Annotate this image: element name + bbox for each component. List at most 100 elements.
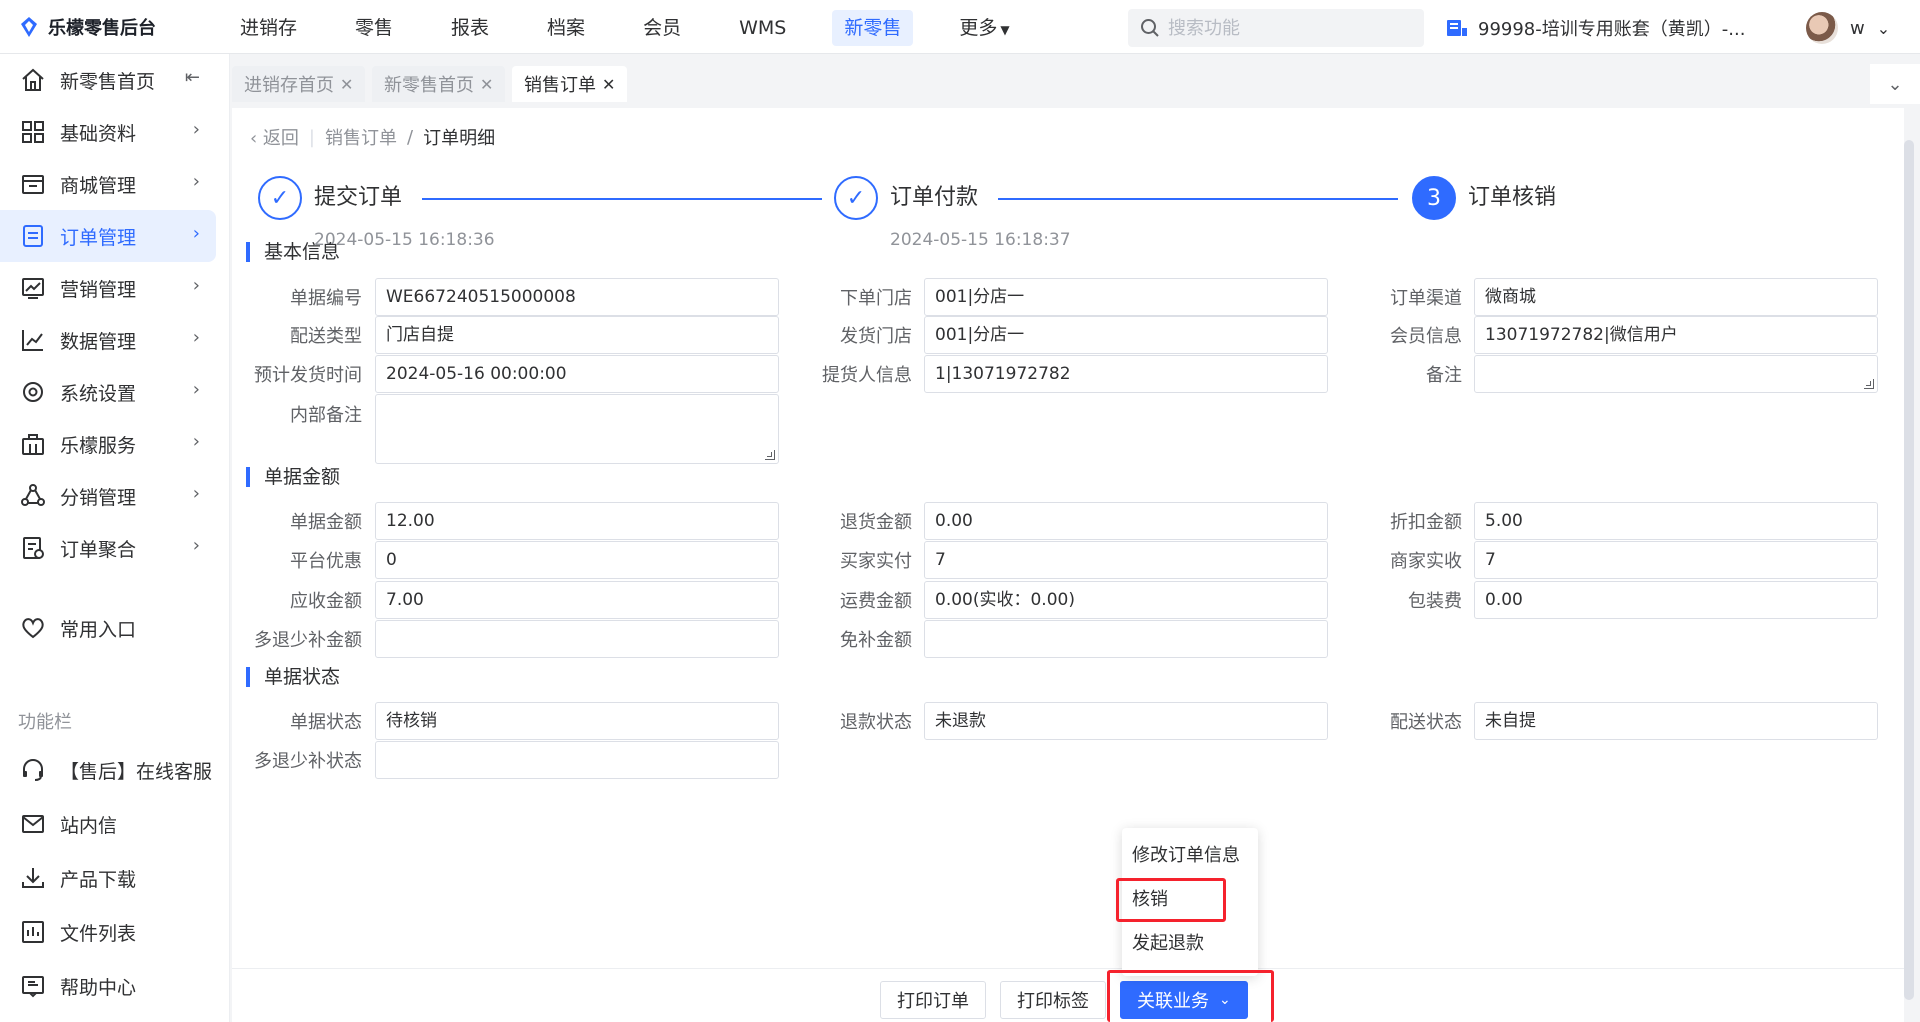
sidebar-item-label: 产品下载 <box>60 868 137 891</box>
sidebar-item-distribution[interactable]: 分销管理 › <box>0 470 216 522</box>
sidebar-item-marketing[interactable]: 营销管理 › <box>0 262 216 314</box>
merchant-received-field[interactable]: 7 <box>1474 541 1878 579</box>
topnav-retail[interactable]: 零售 <box>343 10 405 46</box>
freight-field[interactable]: 0.00(实收：0.00) <box>924 581 1328 619</box>
top-bar: 乐檬零售后台 进销存 零售 报表 档案 会员 WMS 新零售 更多▼ 99998… <box>0 0 1920 54</box>
topnav-archive[interactable]: 档案 <box>535 10 597 46</box>
internal-remark-textarea[interactable] <box>375 394 779 464</box>
user-menu[interactable]: w ⌄ <box>1806 12 1890 44</box>
tabs-dropdown-button[interactable]: ⌄ <box>1870 64 1920 104</box>
chevron-right-icon: › <box>192 431 200 452</box>
app-logo[interactable]: 乐檬零售后台 <box>18 14 156 40</box>
sidebar-item-online-service[interactable]: 【售后】在线客服 <box>0 744 216 796</box>
sidebar-item-label: 订单聚合 <box>60 538 137 561</box>
sidebar-item-inbox[interactable]: 站内信 <box>0 798 216 850</box>
print-label-button[interactable]: 打印标签 <box>1000 981 1106 1019</box>
menu-item-initiate-refund[interactable]: 发起退款 <box>1122 922 1258 966</box>
collapse-sidebar-icon[interactable]: ⇤ <box>185 67 200 88</box>
sidebar-item-order-aggregate[interactable]: 订单聚合 › <box>0 522 216 574</box>
delivery-status-field[interactable]: 未自提 <box>1474 702 1878 740</box>
adjust-status-field[interactable] <box>375 741 779 779</box>
store-icon <box>22 175 44 194</box>
search-box[interactable] <box>1128 9 1424 47</box>
search-input[interactable] <box>1168 17 1408 39</box>
top-nav: 进销存 零售 报表 档案 会员 WMS 新零售 更多 ▼ <box>228 10 1056 46</box>
pickup-field[interactable]: 1|13071972782 <box>924 355 1328 393</box>
topnav-member[interactable]: 会员 <box>631 10 693 46</box>
tab-sales-order[interactable]: 销售订单 ✕ <box>512 66 628 102</box>
tab-new-retail-home[interactable]: 新零售首页 ✕ <box>372 66 506 102</box>
packing-fee-field[interactable]: 0.00 <box>1474 581 1878 619</box>
marketing-icon <box>22 278 44 299</box>
platform-discount-field[interactable]: 0 <box>375 541 779 579</box>
related-business-button[interactable]: 关联业务 ⌄ <box>1120 981 1248 1019</box>
tab-inventory-home[interactable]: 进销存首页 ✕ <box>232 66 366 102</box>
refund-status-field[interactable]: 未退款 <box>924 702 1328 740</box>
return-amount-field[interactable]: 0.00 <box>924 502 1328 540</box>
packing-fee-label: 包装费 <box>1408 591 1462 612</box>
menu-item-verify[interactable]: 核销 <box>1122 878 1258 922</box>
back-link[interactable]: ‹ 返回 <box>250 124 299 150</box>
refund-adjust-field[interactable] <box>375 620 779 658</box>
sidebar-item-help-center[interactable]: 帮助中心 <box>0 960 216 1012</box>
sidebar-item-data[interactable]: 数据管理 › <box>0 314 216 366</box>
tab-label: 进销存首页 <box>244 75 334 96</box>
sidebar-item-label: 新零售首页 <box>60 70 156 93</box>
print-order-button[interactable]: 打印订单 <box>880 981 986 1019</box>
free-adjust-label: 免补金额 <box>840 630 912 651</box>
sidebar-item-order-management[interactable]: 订单管理 › <box>0 210 216 262</box>
resize-handle-icon[interactable] <box>765 450 775 460</box>
topnav-reports[interactable]: 报表 <box>439 10 501 46</box>
remark-textarea[interactable] <box>1474 355 1878 393</box>
topnav-more[interactable]: 更多 ▼ <box>947 10 1021 46</box>
chart-icon <box>22 330 43 351</box>
bill-no-field[interactable]: WE667240515000008 <box>375 278 779 316</box>
vertical-scrollbar[interactable] <box>1904 140 1914 1000</box>
sidebar-item-label: 数据管理 <box>60 330 137 353</box>
buyer-paid-field[interactable]: 7 <box>924 541 1328 579</box>
section-basic-info: 基本信息 <box>246 242 340 262</box>
ship-store-field[interactable]: 001|分店一 <box>924 316 1328 354</box>
topnav-new-retail[interactable]: 新零售 <box>832 10 914 46</box>
menu-item-edit-order[interactable]: 修改订单信息 <box>1122 834 1258 878</box>
receivable-label: 应收金额 <box>290 591 362 612</box>
bill-amount-field[interactable]: 12.00 <box>375 502 779 540</box>
sidebar-item-label: 帮助中心 <box>60 976 137 999</box>
close-icon[interactable]: ✕ <box>602 75 615 94</box>
close-icon[interactable]: ✕ <box>480 75 493 94</box>
action-bar: 打印订单 打印标签 关联业务 ⌄ <box>232 968 1904 1022</box>
sidebar-item-mall[interactable]: 商城管理 › <box>0 158 216 210</box>
topnav-more-label: 更多 <box>959 17 998 39</box>
free-adjust-field[interactable] <box>924 620 1328 658</box>
resize-handle-icon[interactable] <box>1864 379 1874 389</box>
ship-time-field[interactable]: 2024-05-16 00:00:00 <box>375 355 779 393</box>
member-field[interactable]: 13071972782|微信用户 <box>1474 316 1878 354</box>
account-switcher[interactable]: 99998-培训专用账套（黄凯）-... <box>1446 15 1745 41</box>
breadcrumb-parent[interactable]: 销售订单 <box>325 124 397 150</box>
account-book-icon <box>1447 20 1467 36</box>
order-store-label: 下单门店 <box>840 288 912 309</box>
discount-field[interactable]: 5.00 <box>1474 502 1878 540</box>
section-bill-amount: 单据金额 <box>246 467 340 487</box>
related-business-label: 关联业务 <box>1137 991 1209 1012</box>
chevron-right-icon: › <box>192 483 200 504</box>
sidebar-item-basic-data[interactable]: 基础资料 › <box>0 106 216 158</box>
sidebar-item-settings[interactable]: 系统设置 › <box>0 366 216 418</box>
close-icon[interactable]: ✕ <box>340 75 353 94</box>
service-icon <box>22 434 44 455</box>
order-store-field[interactable]: 001|分店一 <box>924 278 1328 316</box>
receivable-field[interactable]: 7.00 <box>375 581 779 619</box>
mail-icon <box>22 815 44 833</box>
search-icon <box>1141 19 1159 37</box>
topnav-wms[interactable]: WMS <box>727 10 798 46</box>
sidebar-item-lemon-service[interactable]: 乐檬服务 › <box>0 418 216 470</box>
delivery-type-field[interactable]: 门店自提 <box>375 316 779 354</box>
channel-field[interactable]: 微商城 <box>1474 278 1878 316</box>
sidebar-item-file-list[interactable]: 文件列表 <box>0 906 216 958</box>
sidebar-item-favorites[interactable]: 常用入口 <box>0 602 216 654</box>
bill-status-field[interactable]: 待核销 <box>375 702 779 740</box>
sidebar-item-product-download[interactable]: 产品下载 <box>0 852 216 904</box>
sidebar-item-new-retail-home[interactable]: 新零售首页 ⇤ <box>0 54 216 106</box>
chevron-down-icon: ⌄ <box>1887 73 1903 95</box>
topnav-inventory[interactable]: 进销存 <box>228 10 309 46</box>
